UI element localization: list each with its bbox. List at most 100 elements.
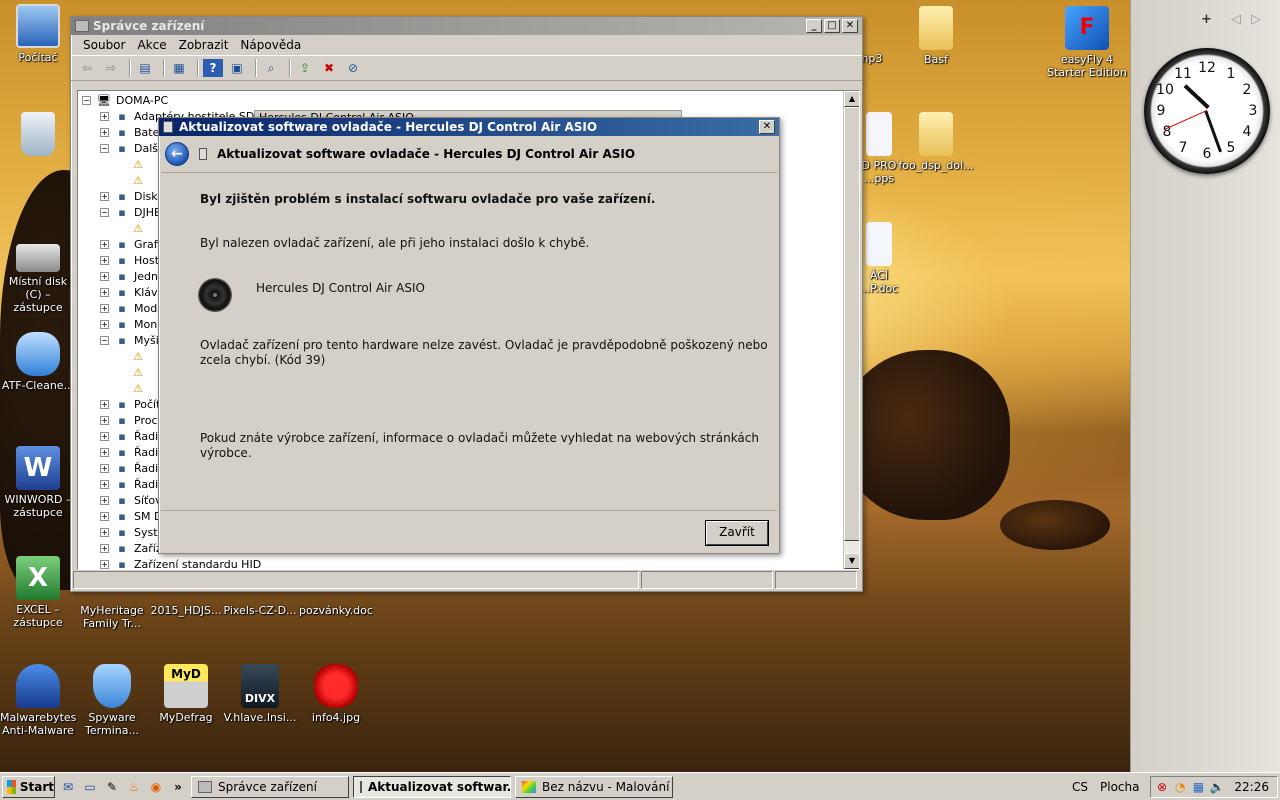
- menu-file[interactable]: Soubor: [77, 38, 131, 52]
- expand-icon[interactable]: +: [100, 191, 109, 201]
- desktop-icon-atf-cleaner[interactable]: ATF-Cleane...: [0, 332, 76, 392]
- expand-icon[interactable]: +: [100, 399, 109, 409]
- expand-icon[interactable]: +: [100, 239, 109, 249]
- next-gadget-button[interactable]: ▷: [1251, 12, 1261, 27]
- clock-gadget[interactable]: 12 1 2 3 4 5 6 7 8 9 10 11: [1144, 48, 1270, 174]
- desktop-icon-easyfly[interactable]: F easyFly 4 Starter Edition: [1046, 6, 1128, 79]
- forward-arrow-icon[interactable]: ⇨: [101, 59, 121, 77]
- show-desktop-icon[interactable]: ▭: [81, 778, 99, 796]
- action-pane-icon[interactable]: ▣: [227, 59, 247, 77]
- quick-launch-more[interactable]: »: [169, 778, 187, 796]
- desktop-icon-foo-dsp[interactable]: foo_dsp_dol...: [898, 112, 974, 172]
- properties-icon[interactable]: ▦: [169, 59, 189, 77]
- tree-root[interactable]: − 🖥 DOMA-PC: [82, 92, 168, 108]
- expand-icon[interactable]: +: [100, 511, 109, 521]
- collapse-icon[interactable]: −: [100, 335, 109, 345]
- volume-icon[interactable]: 🔈: [1209, 778, 1224, 796]
- expand-icon[interactable]: +: [100, 463, 109, 473]
- desktop-icon-2015-hdjs[interactable]: 2015_HDJS...: [148, 604, 224, 617]
- expand-icon[interactable]: +: [100, 559, 109, 569]
- start-button[interactable]: Start: [2, 775, 55, 798]
- close-button[interactable]: Zavřít: [706, 521, 768, 545]
- desktop-icon-mydefrag[interactable]: MyD MyDefrag: [148, 664, 224, 724]
- tree-child-item[interactable]: ⚠: [130, 220, 150, 236]
- desktop-icon-spyware-terminator[interactable]: Spyware Termina...: [74, 664, 150, 737]
- tray-clock[interactable]: 22:26: [1234, 780, 1269, 794]
- desktop-icon-pps[interactable]: D PRO ...pps: [858, 112, 900, 185]
- previous-gadget-button[interactable]: ◁: [1231, 12, 1241, 27]
- task-update-driver[interactable]: Aktualizovat softwar...: [353, 775, 511, 798]
- desktop-toolbar[interactable]: Plocha: [1100, 780, 1139, 794]
- add-gadget-button[interactable]: +: [1201, 12, 1212, 27]
- desktop-icon-local-disk[interactable]: Místní disk (C) – zástupce: [0, 236, 76, 314]
- tree-child-item[interactable]: ⚠: [130, 156, 150, 172]
- menu-view[interactable]: Zobrazit: [173, 38, 235, 52]
- desktop-icon-winword[interactable]: W WINWORD – zástupce: [0, 446, 76, 519]
- collapse-icon[interactable]: −: [100, 143, 109, 153]
- close-dialog-button[interactable]: ✕: [759, 120, 775, 134]
- uninstall-icon[interactable]: ✖: [319, 59, 339, 77]
- network-icon[interactable]: ▦: [1191, 778, 1205, 796]
- desktop-icon-myheritage[interactable]: MyHeritage Family Tr...: [74, 604, 150, 630]
- expand-icon[interactable]: +: [100, 319, 109, 329]
- dialog-titlebar[interactable]: Aktualizovat software ovladače - Hercule…: [159, 118, 779, 136]
- desktop-icon-basf[interactable]: Basf: [898, 2, 974, 66]
- help-icon[interactable]: ?: [203, 59, 223, 77]
- tree-child-item[interactable]: ⚠: [130, 172, 150, 188]
- vertical-scrollbar[interactable]: ▲ ▼: [843, 91, 859, 569]
- scroll-up-button[interactable]: ▲: [844, 91, 859, 107]
- expand-icon[interactable]: +: [100, 111, 109, 121]
- desktop-icon-recycle-bin[interactable]: [0, 112, 76, 159]
- desktop-icon-excel[interactable]: X EXCEL – zástupce: [0, 556, 76, 629]
- expand-icon[interactable]: +: [100, 127, 109, 137]
- back-button[interactable]: ←: [165, 142, 189, 166]
- desktop-icon-pixels[interactable]: Pixels-CZ-D...: [222, 604, 298, 617]
- task-device-manager[interactable]: Správce zařízení: [191, 775, 349, 798]
- tree-child-item[interactable]: ⚠: [130, 380, 150, 396]
- scrollbar-thumb[interactable]: [844, 107, 859, 541]
- expand-icon[interactable]: +: [100, 543, 109, 553]
- scroll-down-button[interactable]: ▼: [844, 553, 859, 569]
- maximize-button[interactable]: □: [824, 19, 840, 33]
- update-driver-dialog[interactable]: Aktualizovat software ovladače - Hercule…: [158, 117, 780, 554]
- desktop-icon-info4[interactable]: info4.jpg: [298, 664, 374, 724]
- security-alert-icon[interactable]: ⊗: [1155, 778, 1169, 796]
- language-indicator[interactable]: CS: [1072, 780, 1088, 794]
- desktop-icon-divx[interactable]: DIVX V.hlave.Insi...: [222, 664, 298, 724]
- tree-category[interactable]: + ▪ Zařízení standardu HID: [100, 556, 261, 569]
- tree-child-item[interactable]: ⚠: [130, 348, 150, 364]
- expand-icon[interactable]: +: [100, 271, 109, 281]
- scan-hardware-icon[interactable]: ⌕: [261, 59, 281, 77]
- tools-icon[interactable]: ✎: [103, 778, 121, 796]
- update-icon[interactable]: ◔: [1173, 778, 1187, 796]
- expand-icon[interactable]: +: [100, 287, 109, 297]
- expand-icon[interactable]: +: [100, 255, 109, 265]
- back-arrow-icon[interactable]: ⇦: [77, 59, 97, 77]
- expand-icon[interactable]: +: [100, 495, 109, 505]
- expand-icon[interactable]: +: [100, 431, 109, 441]
- desktop-icon-malwarebytes[interactable]: Malwarebytes Anti-Malware: [0, 664, 76, 737]
- task-paint[interactable]: Bez názvu - Malování: [515, 775, 673, 798]
- expand-icon[interactable]: +: [100, 415, 109, 425]
- minimize-button[interactable]: _: [806, 19, 822, 33]
- mail-icon[interactable]: ✉: [59, 778, 77, 796]
- expand-icon[interactable]: +: [100, 527, 109, 537]
- expand-icon[interactable]: +: [100, 479, 109, 489]
- flame-icon[interactable]: ♨: [125, 778, 143, 796]
- menu-action[interactable]: Akce: [131, 38, 172, 52]
- collapse-icon[interactable]: −: [100, 207, 109, 217]
- tree-category[interactable]: + ▪ SM D: [100, 508, 162, 524]
- desktop-icon-pozvanky[interactable]: pozvánky.doc: [298, 604, 374, 617]
- expand-icon[interactable]: +: [100, 303, 109, 313]
- update-driver-icon[interactable]: ⇪: [295, 59, 315, 77]
- tree-child-item[interactable]: ⚠: [130, 364, 150, 380]
- menu-help[interactable]: Nápověda: [234, 38, 307, 52]
- disable-device-icon[interactable]: ⊘: [343, 59, 363, 77]
- firefox-icon[interactable]: ◉: [147, 778, 165, 796]
- desktop-icon-computer[interactable]: Počítač: [0, 4, 76, 64]
- close-window-button[interactable]: ✕: [842, 19, 858, 33]
- expand-icon[interactable]: +: [100, 447, 109, 457]
- device-manager-titlebar[interactable]: Správce zařízení _ □ ✕: [71, 17, 862, 35]
- console-tree-icon[interactable]: ▤: [135, 59, 155, 77]
- desktop-icon-doc[interactable]: ÁCÍ ...P.doc: [858, 222, 900, 295]
